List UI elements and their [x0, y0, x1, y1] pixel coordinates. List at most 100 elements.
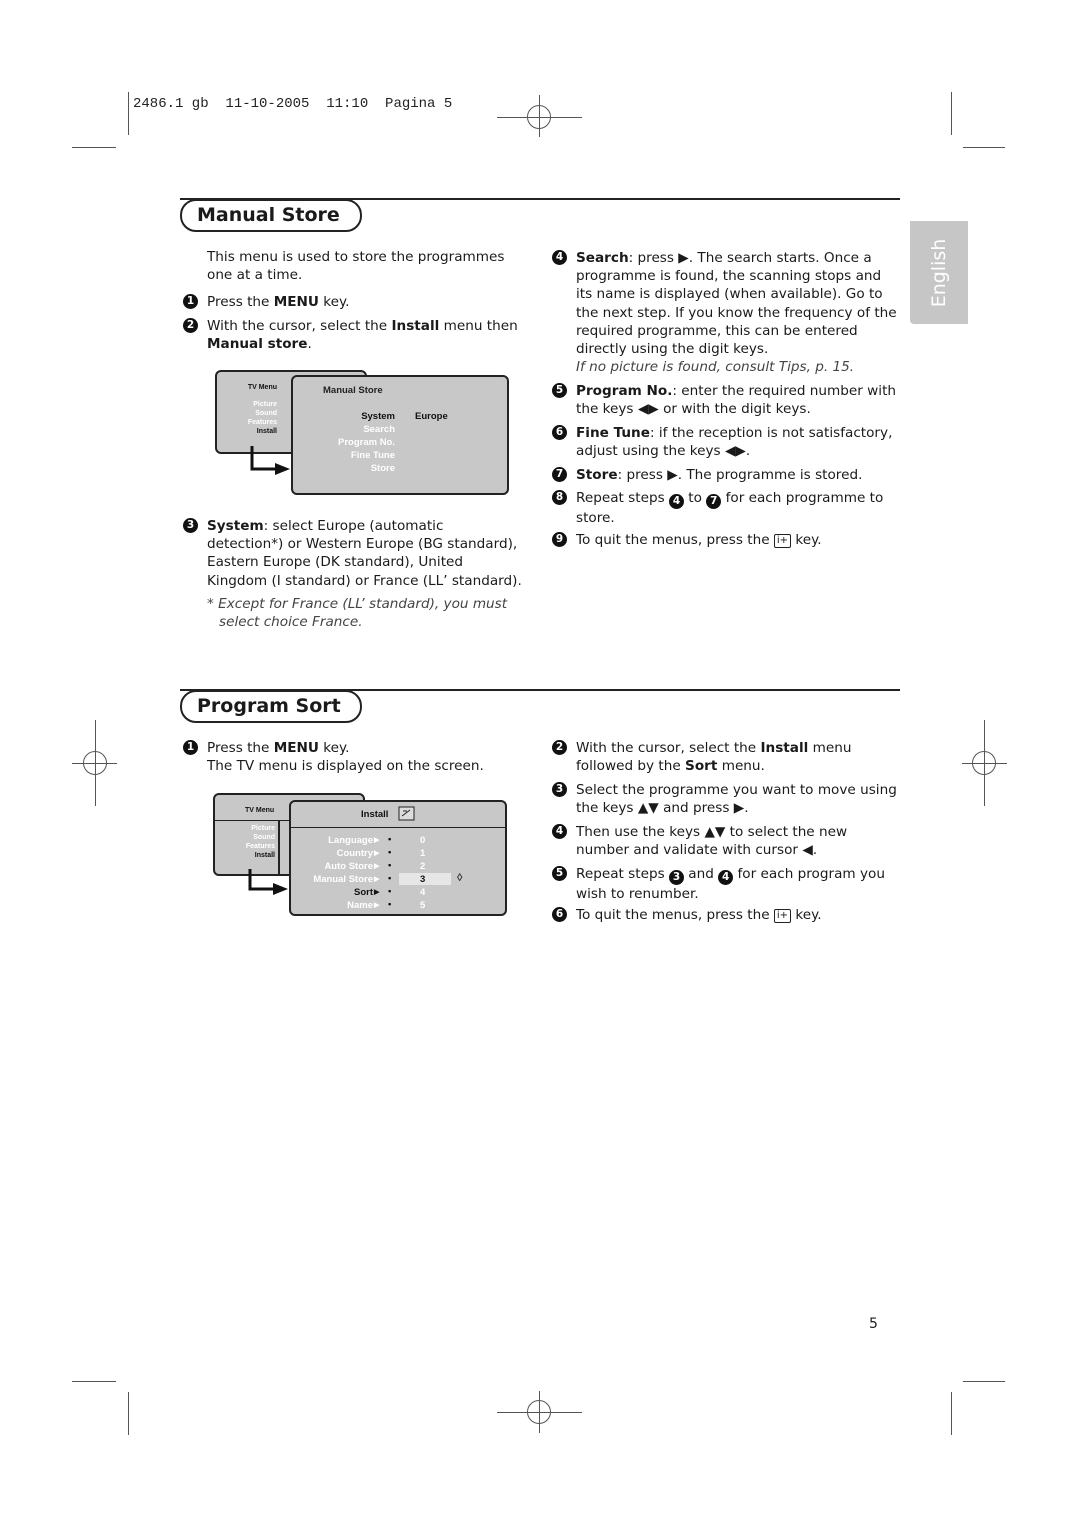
step-text: Then use the keys — [576, 824, 705, 840]
menu-item-store: Store — [370, 463, 395, 474]
scroll-arrows-icon: ◊ — [457, 872, 463, 884]
step-text: key. — [791, 907, 822, 923]
step-bold: Manual store — [207, 336, 308, 353]
step-text: With the cursor, select the — [576, 740, 761, 756]
crop-mark — [963, 1381, 1005, 1382]
step-number: 7 — [552, 467, 567, 482]
language-tab: English — [910, 221, 968, 324]
step-reference: 7 — [706, 494, 722, 509]
step-number: 2 — [183, 318, 198, 333]
bullet-icon: • — [388, 873, 392, 884]
program-number: 0 — [420, 835, 426, 846]
step-text: and — [683, 866, 719, 882]
step-reference: 3 — [668, 870, 684, 885]
step-text: or with the digit keys. — [658, 401, 811, 418]
submenu-arrow-icon: ▶ — [374, 837, 380, 844]
crop-mark — [72, 1381, 116, 1382]
step-number: 3 — [552, 782, 567, 797]
step-text: Repeat steps — [576, 490, 669, 506]
step-number: 5 — [552, 866, 567, 881]
manual-page: 2486.1 gb 11-10-2005 11:10 Pagina 5 Engl… — [0, 0, 1080, 1528]
menu-item-label: Language — [328, 835, 373, 846]
print-header: 2486.1 gb 11-10-2005 11:10 Pagina 5 — [133, 96, 453, 112]
step-text: Repeat steps — [576, 866, 669, 882]
left-arrow-icon: ◀ — [802, 842, 813, 859]
bullet-icon: • — [388, 834, 392, 845]
step-text: . — [307, 336, 312, 353]
step-number: 5 — [552, 383, 567, 398]
menu-item-label: Name — [347, 900, 373, 911]
step-bold: Install — [391, 318, 440, 334]
crop-mark — [963, 147, 1005, 148]
step-text: key. — [318, 740, 350, 756]
step-number: 8 — [552, 490, 567, 505]
bullet-icon: • — [388, 899, 392, 910]
step-text: The TV menu is displayed on the screen. — [207, 758, 484, 775]
right-arrow-icon: ▶ — [667, 467, 678, 483]
left-right-arrows-icon: ◀▶ — [724, 443, 746, 460]
ms-step-6: 6 Fine Tune: if the reception is not sat… — [552, 424, 898, 460]
step-text: : press — [628, 250, 679, 266]
ms-step-3: 3 System: select Europe (automatic detec… — [183, 517, 522, 590]
install-panel: Install Language ▶ • 0 Country ▶ • 1 Auto Store ▶… — [289, 800, 507, 916]
program-number: 1 — [420, 848, 426, 859]
step-number: 1 — [183, 740, 198, 755]
ms-step-5: 5 Program No.: enter the required number… — [552, 382, 898, 418]
manual-store-panel: Manual Store System Europe Search Progra… — [291, 375, 509, 495]
step-bold: Store — [576, 467, 618, 483]
arrow-icon — [250, 446, 290, 475]
step-number: 2 — [552, 740, 567, 755]
step-text: To quit the menus, press the — [576, 907, 774, 923]
up-down-arrows-icon: ▲▼ — [704, 824, 726, 840]
step-bold: Search — [576, 250, 629, 266]
ms-step-4: 4 Search: press ▶. The search starts. On… — [552, 249, 898, 376]
crop-mark — [72, 147, 116, 148]
info-key-icon: i+ — [773, 909, 792, 923]
submenu-arrow-icon: ▶ — [374, 876, 380, 883]
step-bold: Program No. — [576, 383, 673, 399]
step-text: . — [744, 800, 749, 817]
menu-item-fine-tune: Fine Tune — [350, 450, 395, 461]
submenu-arrow-icon: ▶ — [374, 850, 380, 857]
registration-circle-icon — [83, 751, 107, 775]
ms-step-7: 7 Store: press ▶. The programme is store… — [552, 466, 898, 484]
up-down-arrows-icon: ▲▼ — [637, 800, 659, 817]
program-number: 2 — [420, 861, 426, 872]
registration-circle-icon — [527, 1400, 551, 1424]
submenu-arrow-icon: ▶ — [374, 863, 380, 870]
ps-step-5: 5 Repeat steps 3 and 4 for each program … — [552, 865, 898, 903]
step-text: . The search starts. Once a programme is… — [576, 250, 897, 358]
ms-step-9: 9 To quit the menus, press the i+ key. — [552, 531, 898, 549]
step-text: Press the — [207, 740, 274, 756]
step-text: and press — [658, 800, 734, 817]
right-arrow-icon: ▶ — [678, 250, 689, 266]
step-text: key. — [318, 294, 350, 310]
step-number: 6 — [552, 425, 567, 440]
step-number: 1 — [183, 294, 198, 309]
registration-circle-icon — [527, 105, 551, 129]
ps-step-4: 4 Then use the keys ▲▼ to select the new… — [552, 823, 898, 859]
program-number: 5 — [420, 900, 426, 911]
section-title-program-sort: Program Sort — [180, 690, 362, 723]
left-right-arrows-icon: ◀▶ — [637, 401, 659, 418]
step-text: menu then — [439, 318, 518, 334]
step-number: 6 — [552, 907, 567, 922]
tip-note: If no picture is found, consult Tips, p.… — [576, 359, 855, 376]
panel-title: Install — [361, 809, 389, 820]
menu-item-label: Manual Store — [313, 874, 373, 885]
bullet-icon: • — [388, 847, 392, 858]
step-text: : press — [617, 467, 668, 483]
step-text: With the cursor, select the — [207, 318, 392, 334]
menu-item-search: Search — [363, 424, 395, 435]
menu-item-label: Sort — [354, 887, 373, 898]
page-number: 5 — [869, 1316, 878, 1332]
crop-mark — [951, 92, 952, 135]
crop-mark — [128, 92, 129, 135]
menu-item-label: Auto Store — [324, 861, 373, 872]
step-bold: System — [207, 518, 264, 534]
panel-title: Manual Store — [323, 385, 383, 396]
crop-mark — [128, 1392, 129, 1435]
install-menu-diagram: TV Menu Picture Sound Features Install I… — [213, 793, 508, 917]
step-number: 3 — [183, 518, 198, 533]
submenu-arrow-icon: ▶ — [374, 889, 380, 896]
